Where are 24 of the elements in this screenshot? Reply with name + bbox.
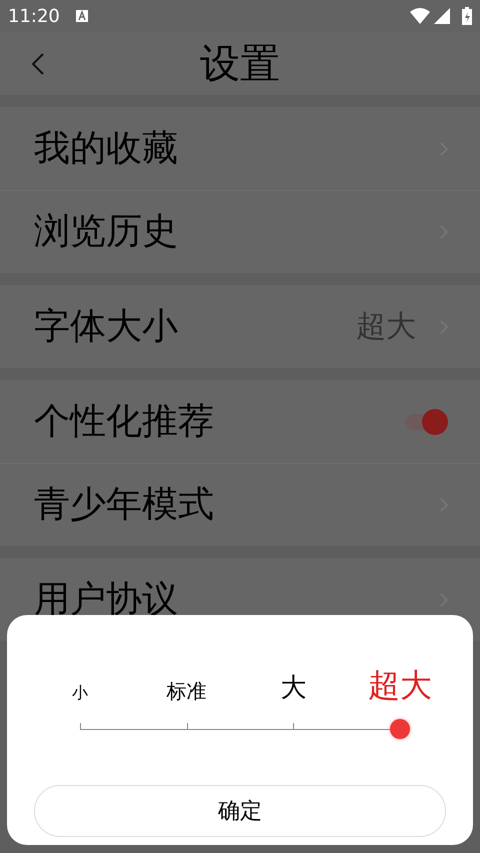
font-size-option[interactable]: 超大 [368,669,432,701]
settings-row[interactable]: 个性化推荐 [0,380,480,463]
toggle-switch[interactable] [404,408,448,434]
font-size-option[interactable]: 小 [72,685,88,701]
font-size-option[interactable]: 大 [280,675,306,701]
confirm-button[interactable]: 确定 [34,785,446,837]
row-label: 字体大小 [34,304,179,348]
settings-row[interactable]: 我的收藏 [0,107,480,190]
signal-icon [434,8,450,24]
settings-row[interactable]: 青少年模式 [0,463,480,546]
status-time: 11:20 [8,4,60,28]
keyboard-indicator-icon [76,10,88,22]
font-size-option[interactable]: 标准 [166,681,207,701]
back-icon [32,53,44,75]
row-label: 青少年模式 [34,483,215,527]
settings-row[interactable]: 浏览历史 [0,190,480,273]
row-label: 我的收藏 [34,126,179,170]
page-title: 设置 [200,40,280,88]
slider-thumb[interactable] [390,719,410,739]
row-label: 个性化推荐 [34,400,215,444]
battery-icon [462,7,472,25]
row-label: 浏览历史 [34,210,179,254]
wifi-icon [410,8,430,24]
row-label: 用户协议 [34,578,179,622]
